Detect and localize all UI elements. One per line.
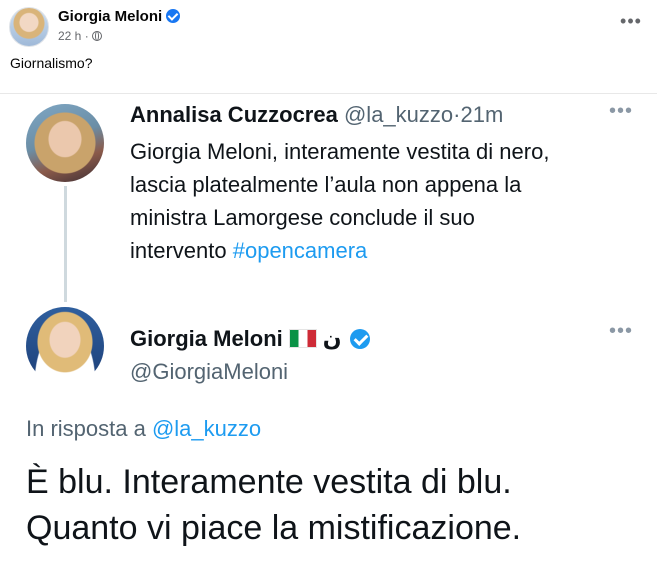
- reply-tweet-header: Giorgia Meloni ن: [130, 326, 370, 352]
- reply-context: In risposta a @la_kuzzo: [26, 416, 261, 442]
- original-tweet-line-text: intervento: [130, 238, 233, 263]
- post-meta: 22 h ·: [58, 29, 102, 43]
- original-tweet-time: 21m: [460, 102, 504, 127]
- original-tweet-avatar: [26, 104, 104, 182]
- reply-tweet-line: Quanto vi piace la mistificazione.: [26, 509, 522, 547]
- reply-tweet-more-icon: •••: [608, 320, 633, 342]
- original-tweet-line: lascia platealmente l’aula non appena la: [130, 172, 522, 197]
- reply-tweet-author: Giorgia Meloni: [130, 326, 283, 351]
- thread-connector-line: [64, 186, 67, 302]
- original-tweet-body: Giorgia Meloni, interamente vestita di n…: [130, 135, 640, 267]
- post-time[interactable]: 22 h: [58, 29, 81, 43]
- original-tweet-more-icon: •••: [608, 100, 633, 122]
- original-tweet-line: Giorgia Meloni, interamente vestita di n…: [130, 139, 550, 164]
- meta-separator: ·: [84, 29, 89, 43]
- verified-badge-icon: [166, 9, 181, 23]
- reply-tweet-handle: @GiorgiaMeloni: [130, 359, 289, 384]
- globe-icon: [91, 31, 102, 41]
- hashtag-opencamera: #opencamera: [232, 238, 368, 263]
- author-name[interactable]: Giorgia Meloni: [58, 8, 162, 25]
- original-tweet-line: ministra Lamorgese conclude il suo: [130, 205, 475, 230]
- facebook-post-header: Giorgia Meloni 22 h · ••• Giornalismo?: [0, 0, 657, 90]
- original-tweet-author: Annalisa Cuzzocrea: [130, 102, 338, 127]
- reply-to-handle: @la_kuzzo: [151, 416, 262, 441]
- italy-flag-icon: [288, 329, 317, 348]
- reply-tweet-avatar: [26, 307, 104, 385]
- author-name-row: Giorgia Meloni: [58, 8, 181, 25]
- post-options-button[interactable]: •••: [617, 10, 645, 38]
- reply-prefix: In risposta a: [26, 416, 152, 441]
- original-tweet-handle: @la_kuzzo: [343, 102, 454, 127]
- reply-tweet-body: È blu. Interamente vestita di blu. Quant…: [26, 459, 521, 551]
- reply-tweet-line: È blu. Interamente vestita di blu.: [26, 463, 512, 501]
- post-text: Giornalismo?: [10, 55, 93, 71]
- original-tweet-header: Annalisa Cuzzocrea @la_kuzzo·21m: [130, 102, 503, 128]
- original-tweet-last-line: intervento #opencamera: [130, 234, 640, 267]
- twitter-verified-icon: [349, 329, 370, 349]
- more-horizontal-icon: •••: [620, 11, 642, 31]
- author-avatar[interactable]: [9, 7, 49, 47]
- arabic-nun-glyph: ن: [322, 327, 342, 352]
